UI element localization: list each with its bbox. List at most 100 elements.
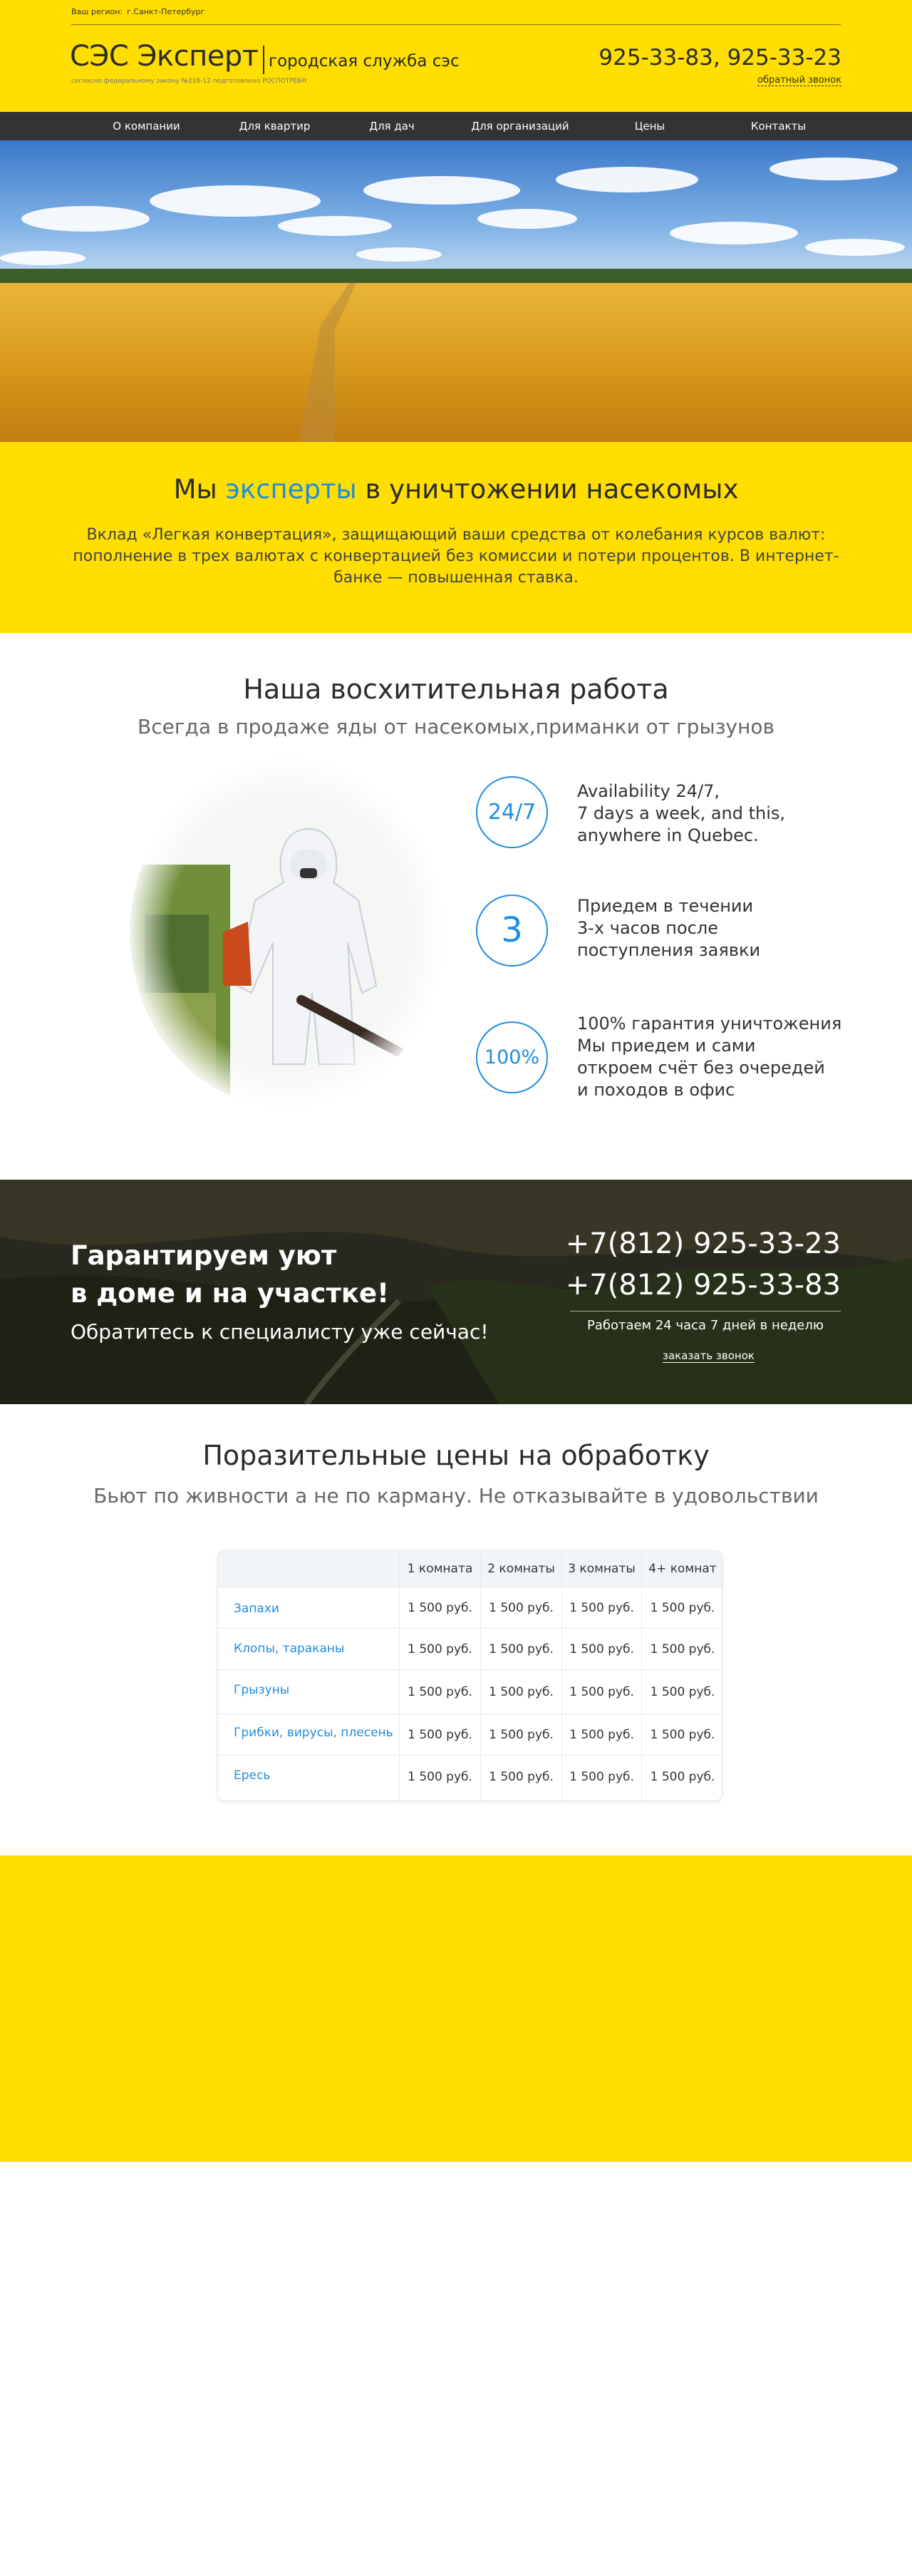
- logo[interactable]: СЭС Эксперт: [70, 40, 259, 73]
- intro-title-before: Мы: [173, 474, 226, 505]
- table-row: Запахи 1 500 руб. 1 500 руб. 1 500 руб. …: [218, 1587, 722, 1628]
- feature-line: Мы приедем и сами: [577, 1036, 756, 1056]
- nav-item-organizations[interactable]: Для организаций: [456, 112, 584, 140]
- prices-subtitle: Бьют по живности а не по карману. Не отк…: [93, 1484, 819, 1508]
- price-cell: 1 500 руб.: [561, 1587, 641, 1628]
- table-row: Грибки, вирусы, плесень 1 500 руб. 1 500…: [218, 1714, 722, 1755]
- band-title-line1: Гарантируем уют: [71, 1240, 337, 1271]
- footer-yellow-block: [0, 1855, 912, 2162]
- region-label: Ваш регион:: [71, 7, 123, 16]
- arrival-hours-badge-text: 3: [501, 910, 523, 950]
- order-call-link[interactable]: заказать звонок: [663, 1349, 755, 1363]
- price-value: 1 500 руб.: [408, 1601, 472, 1615]
- hero-wheat-field-image: [0, 140, 912, 442]
- law-note: согласно федеральному закону №218-12 под…: [71, 78, 307, 85]
- column-header-text: 3 комнаты: [568, 1562, 636, 1576]
- table-row: Грызуны 1 500 руб. 1 500 руб. 1 500 руб.…: [218, 1669, 722, 1714]
- exterminator-photo: [130, 758, 444, 1107]
- price-cell: 1 500 руб.: [399, 1587, 480, 1628]
- service-name-link[interactable]: Грызуны: [234, 1683, 289, 1697]
- price-cell: 1 500 руб.: [399, 1714, 480, 1755]
- price-cell: 1 500 руб.: [561, 1670, 641, 1714]
- price-table: 1 комната 2 комнаты 3 комнаты 4+ комнат …: [217, 1550, 722, 1801]
- price-value: 1 500 руб.: [489, 1642, 554, 1657]
- feature-line: откроем счёт без очередей: [577, 1058, 825, 1078]
- logo-tagline: городская служба сэс: [269, 52, 460, 71]
- guarantee-badge-text: 100%: [484, 1046, 540, 1068]
- band-title-line2: в доме и на участке!: [71, 1278, 389, 1309]
- header-phones[interactable]: 925-33-83, 925-33-23: [598, 45, 841, 71]
- work-title: Наша восхитительная работа: [243, 674, 669, 705]
- nav-item-dachas[interactable]: Для дач: [356, 112, 428, 140]
- price-cell: 1 500 руб.: [641, 1714, 722, 1755]
- region-bar: Ваш регион: г.Санкт-Петербург: [71, 7, 841, 25]
- intro-text: Вклад «Легкая конвертация», защищающий в…: [73, 526, 839, 587]
- price-value: 1 500 руб.: [569, 1642, 634, 1657]
- intro-title: Мы эксперты в уничтожении насекомых: [0, 474, 912, 505]
- service-name-link[interactable]: Запахи: [234, 1602, 279, 1616]
- price-cell: 1 500 руб.: [561, 1629, 641, 1669]
- price-cell: 1 500 руб.: [480, 1629, 561, 1669]
- feature-line: поступления заявки: [577, 940, 761, 960]
- nav-item-apartments[interactable]: Для квартир: [227, 112, 323, 140]
- price-value: 1 500 руб.: [489, 1685, 554, 1699]
- price-value: 1 500 руб.: [408, 1685, 472, 1699]
- column-header-text: 1 комната: [407, 1562, 473, 1576]
- band-subtitle: Обратитесь к специалисту уже сейчас!: [71, 1320, 489, 1344]
- guarantee-badge: 100%: [476, 1021, 548, 1093]
- site-header: Ваш регион: г.Санкт-Петербург СЭС Эксперт…: [0, 0, 912, 112]
- price-table-header: 1 комната 2 комнаты 3 комнаты 4+ комнат: [218, 1551, 722, 1587]
- column-header: 4+ комнат: [641, 1551, 722, 1587]
- column-header: 2 комнаты: [480, 1551, 561, 1587]
- nav-item-prices[interactable]: Цены: [621, 112, 678, 140]
- price-cell: 1 500 руб.: [641, 1670, 722, 1714]
- feature-arrival-text: Приедем в течении 3-х часов после поступ…: [577, 895, 862, 962]
- service-name-link[interactable]: Клопы, тараканы: [234, 1642, 344, 1656]
- logo-divider: [263, 46, 264, 74]
- price-value: 1 500 руб.: [650, 1728, 715, 1742]
- service-name-link[interactable]: Грибки, вирусы, плесень: [234, 1726, 393, 1740]
- price-cell: 1 500 руб.: [641, 1629, 722, 1669]
- price-cell: 1 500 руб.: [641, 1756, 722, 1800]
- availability-badge-text: 24/7: [487, 800, 537, 825]
- price-cell: 1 500 руб.: [561, 1756, 641, 1800]
- price-value: 1 500 руб.: [650, 1601, 715, 1615]
- table-row: Клопы, тараканы 1 500 руб. 1 500 руб. 1 …: [218, 1628, 722, 1669]
- intro-section: Мы эксперты в уничтожении насекомых Вкла…: [0, 442, 912, 633]
- intro-title-accent: эксперты: [225, 474, 357, 505]
- feature-line: Availability 24/7,: [577, 781, 720, 801]
- feature-line: и походов в офис: [577, 1080, 735, 1100]
- region-selector[interactable]: г.Санкт-Петербург: [127, 7, 204, 16]
- price-value: 1 500 руб.: [489, 1601, 554, 1615]
- availability-badge: 24/7: [476, 776, 548, 848]
- column-header: 3 комнаты: [561, 1551, 641, 1587]
- band-hours: Работаем 24 часа 7 дней в неделю: [586, 1318, 824, 1333]
- price-cell: 1 500 руб.: [399, 1629, 480, 1669]
- price-cell: 1 500 руб.: [561, 1714, 641, 1755]
- prices-title: Поразительные цены на обработку: [202, 1440, 710, 1471]
- price-value: 1 500 руб.: [569, 1601, 634, 1615]
- service-name-link[interactable]: Ересь: [234, 1768, 270, 1783]
- price-value: 1 500 руб.: [489, 1770, 554, 1784]
- nav-item-about[interactable]: О компании: [98, 112, 195, 140]
- band-phone-2[interactable]: +7(812) 925-33-83: [566, 1269, 841, 1302]
- callback-link[interactable]: обратный звонок: [757, 75, 841, 86]
- nav-item-contacts[interactable]: Контакты: [741, 112, 816, 140]
- price-value: 1 500 руб.: [650, 1642, 715, 1657]
- band-divider: [570, 1311, 841, 1312]
- table-row: Ересь 1 500 руб. 1 500 руб. 1 500 руб. 1…: [218, 1755, 722, 1800]
- column-header-text: 4+ комнат: [648, 1562, 717, 1576]
- feature-line: anywhere in Quebec.: [577, 825, 759, 845]
- price-value: 1 500 руб.: [408, 1642, 472, 1657]
- feature-guarantee-text: 100% гарантия уничтожения Мы приедем и с…: [577, 1013, 862, 1101]
- price-value: 1 500 руб.: [489, 1728, 554, 1742]
- price-value: 1 500 руб.: [650, 1770, 715, 1784]
- column-header: 1 комната: [399, 1551, 480, 1587]
- price-value: 1 500 руб.: [569, 1770, 634, 1784]
- feature-line: Приедем в течении: [577, 896, 754, 916]
- price-value: 1 500 руб.: [408, 1728, 472, 1742]
- band-phone-1[interactable]: +7(812) 925-33-23: [566, 1227, 841, 1260]
- feature-line: 3-х часов после: [577, 918, 718, 938]
- price-cell: 1 500 руб.: [399, 1670, 480, 1714]
- feature-line: 100% гарантия уничтожения: [577, 1014, 842, 1034]
